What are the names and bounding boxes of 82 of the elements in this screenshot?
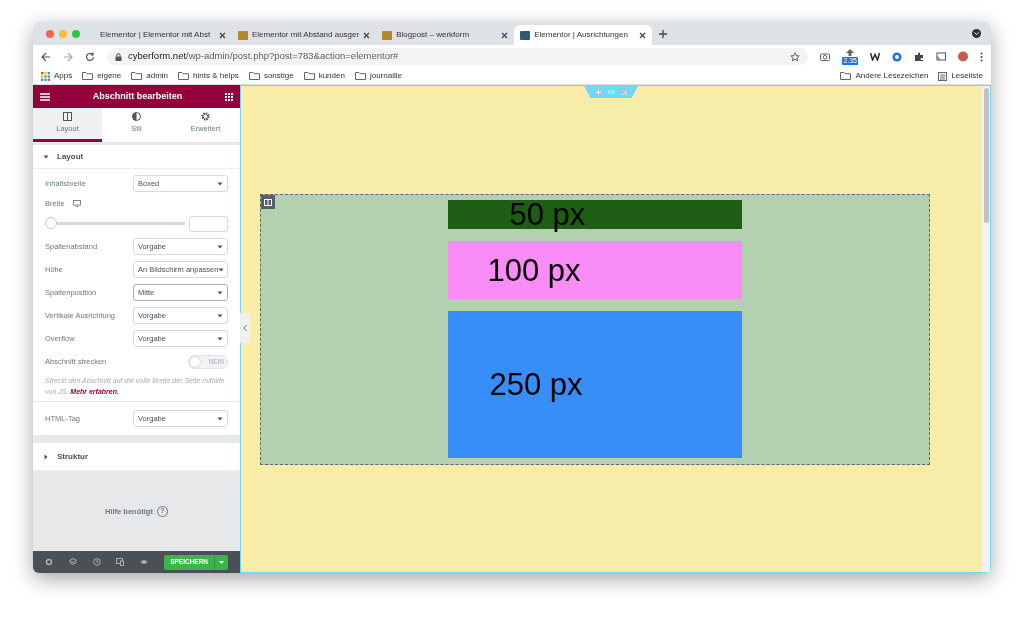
block-label: 100 px xyxy=(487,254,581,286)
close-icon[interactable] xyxy=(219,31,226,39)
section-header[interactable]: Struktur xyxy=(33,443,240,472)
apps-grid-icon[interactable] xyxy=(225,92,233,101)
collapse-handle[interactable] xyxy=(240,313,250,343)
caret-icon xyxy=(217,416,223,421)
bookmark-item[interactable]: hints & helps xyxy=(178,70,239,82)
reload-icon[interactable] xyxy=(85,51,95,62)
block-label: 250 px xyxy=(489,369,583,400)
address-bar[interactable]: cyberform.net/wp-admin/post.php?post=783&action=elementor# xyxy=(107,48,809,65)
responsive-icon[interactable] xyxy=(116,558,125,566)
history-icon[interactable] xyxy=(92,558,101,566)
layers-icon[interactable] xyxy=(68,558,77,566)
save-options-button[interactable] xyxy=(214,554,229,570)
url-text: cyberform.net/wp-admin/post.php?post=783&action=elementor# xyxy=(128,49,399,64)
number-input[interactable] xyxy=(189,215,228,232)
folder-icon xyxy=(248,72,260,80)
list-icon xyxy=(938,71,948,81)
lock-icon xyxy=(115,52,122,61)
contrast-icon xyxy=(132,112,141,122)
caret-icon xyxy=(43,153,49,160)
browser-tab[interactable]: Elementor mit Abstand ausger xyxy=(232,25,377,45)
cast-icon[interactable] xyxy=(936,52,946,61)
camera-icon[interactable] xyxy=(820,52,831,61)
slider-thumb[interactable] xyxy=(45,217,57,230)
apps-grid-icon xyxy=(41,71,50,81)
browser-tab[interactable]: Elementor | Ausrichtungen xyxy=(514,25,653,45)
browser-tab[interactable]: Blogpost – werkform xyxy=(376,25,515,45)
folder-icon xyxy=(354,72,366,80)
scrollbar-thumb[interactable] xyxy=(983,88,989,223)
add-icon xyxy=(595,89,601,95)
close-icon[interactable] xyxy=(639,31,647,39)
zoom-dot[interactable] xyxy=(72,30,80,38)
drag-icon xyxy=(607,90,615,94)
more-icon[interactable] xyxy=(980,51,983,62)
eye-icon[interactable] xyxy=(140,558,149,566)
close-dot[interactable] xyxy=(46,30,54,38)
section-header[interactable]: Layout xyxy=(33,145,240,169)
avatar-icon[interactable] xyxy=(958,51,968,62)
puzzle-icon[interactable] xyxy=(914,51,924,62)
close-icon[interactable] xyxy=(363,31,371,39)
w-letter-icon[interactable] xyxy=(870,52,880,61)
close-icon xyxy=(621,89,627,95)
folder-icon xyxy=(303,72,315,80)
panel-title: Abschnitt bearbeiten xyxy=(92,89,183,103)
folder-icon xyxy=(82,72,94,80)
back-icon[interactable] xyxy=(41,51,51,62)
upload-icon[interactable] xyxy=(844,48,857,57)
chevron-icon xyxy=(243,325,247,331)
minimize-dot[interactable] xyxy=(59,30,67,38)
bookmark-item[interactable]: kunden xyxy=(303,70,345,82)
caret-icon xyxy=(219,560,225,564)
bookmark-item[interactable]: Apps xyxy=(41,70,73,82)
folder-icon xyxy=(131,72,143,80)
caret-icon xyxy=(43,453,49,460)
close-icon[interactable] xyxy=(501,31,509,39)
bookmark-item[interactable]: Leseliste xyxy=(938,70,983,82)
star-icon[interactable] xyxy=(790,51,801,62)
browser-tab[interactable]: Elementor | Elementor mit Abst xyxy=(94,25,232,45)
caret-icon xyxy=(217,181,223,186)
new-tab-icon[interactable] xyxy=(658,29,669,39)
tab-search-icon[interactable] xyxy=(972,29,981,38)
circle-icon[interactable] xyxy=(892,51,902,62)
caret-icon xyxy=(218,267,225,272)
bookmark-item[interactable]: eigene xyxy=(82,70,122,82)
folder-icon xyxy=(178,72,190,80)
bookmark-item[interactable]: journaille xyxy=(354,70,402,82)
menu-icon[interactable] xyxy=(40,92,50,101)
caret-icon xyxy=(217,290,223,295)
caret-icon xyxy=(217,336,223,341)
columns-icon xyxy=(63,112,72,122)
caret-icon xyxy=(217,244,223,249)
bookmark-item[interactable]: Andere Lesezeichen xyxy=(840,70,929,82)
caret-icon xyxy=(217,313,223,318)
bookmark-item[interactable]: sonstige xyxy=(248,70,294,82)
columns-icon xyxy=(263,198,272,206)
monitor-icon[interactable] xyxy=(72,200,81,208)
block-label: 50 px xyxy=(509,199,586,230)
folder-icon xyxy=(840,72,852,80)
bookmark-item[interactable]: admin xyxy=(131,70,169,82)
section-handle[interactable] xyxy=(584,86,638,98)
column-handle[interactable] xyxy=(260,195,275,209)
